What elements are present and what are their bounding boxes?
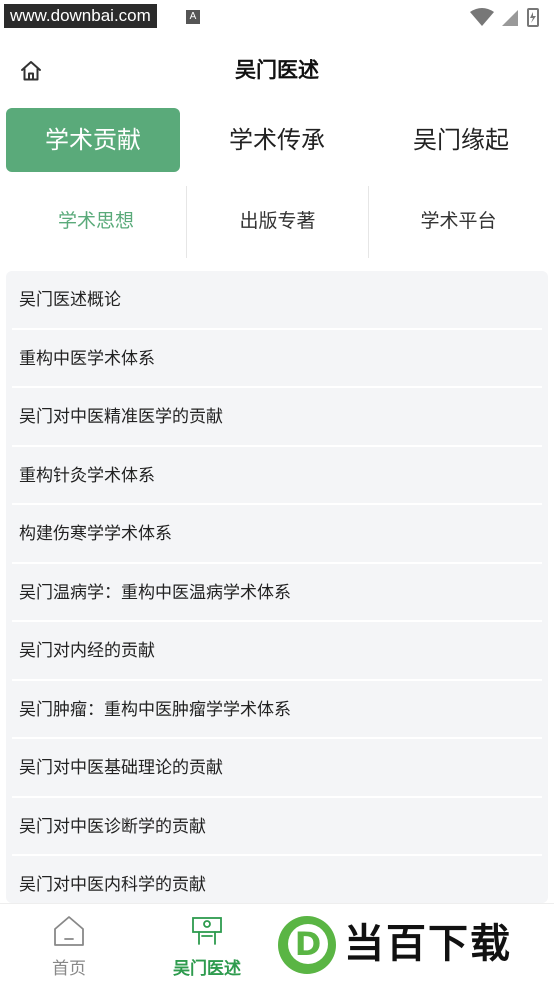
- list-item[interactable]: 吴门对中医诊断学的贡献: [12, 798, 542, 856]
- list-item[interactable]: 重构针灸学术体系: [12, 447, 542, 505]
- lecture-icon: [192, 917, 222, 945]
- page-title: 吴门医述: [235, 58, 319, 82]
- tab-academic-inheritance[interactable]: 学术传承: [190, 108, 364, 172]
- house-icon: [54, 916, 84, 946]
- brand-mark-letter: D: [288, 924, 328, 964]
- secondary-tab-bar: 学术思想 出版专著 学术平台: [6, 184, 548, 258]
- brand-logo: D 当百下载: [272, 908, 554, 978]
- tab-academic-contribution[interactable]: 学术贡献: [6, 108, 180, 172]
- list-item[interactable]: 吴门肿瘤：重构中医肿瘤学学术体系: [12, 681, 542, 739]
- app-header: 吴门医述: [0, 42, 554, 98]
- tab-wumen-origin[interactable]: 吴门缘起: [374, 108, 548, 172]
- list-item[interactable]: 构建伤寒学学术体系: [12, 505, 542, 564]
- notification-icon: A: [186, 10, 200, 24]
- subtab-academic-thought[interactable]: 学术思想: [6, 184, 186, 258]
- brand-text: 当百下载: [344, 921, 512, 967]
- watermark-text: www.downbai.com: [4, 4, 157, 28]
- nav-label: 首页: [52, 959, 86, 979]
- list-item[interactable]: 吴门对中医内科学的贡献: [12, 856, 542, 903]
- home-button[interactable]: [14, 54, 48, 88]
- brand-mark-icon: D: [278, 916, 336, 974]
- status-icons: [470, 8, 539, 27]
- nav-wumen-yishu[interactable]: 吴门医述: [138, 904, 276, 984]
- list-item[interactable]: 吴门对中医基础理论的贡献: [12, 739, 542, 798]
- primary-tab-bar: 学术贡献 学术传承 吴门缘起: [6, 108, 548, 172]
- list-item[interactable]: 吴门对中医精准医学的贡献: [12, 388, 542, 447]
- home-icon: [21, 61, 41, 81]
- subtab-academic-platform[interactable]: 学术平台: [369, 184, 548, 258]
- nav-home[interactable]: 首页: [0, 904, 138, 984]
- list-item[interactable]: 吴门对内经的贡献: [12, 622, 542, 681]
- subtab-publications[interactable]: 出版专著: [187, 184, 368, 258]
- nav-label: 吴门医述: [173, 959, 241, 979]
- status-bar: www.downbai.com A: [0, 0, 554, 34]
- signal-icon: [502, 10, 518, 26]
- wifi-icon: [470, 8, 494, 26]
- article-list: 吴门医述概论 重构中医学术体系 吴门对中医精准医学的贡献 重构针灸学术体系 构建…: [6, 271, 548, 903]
- list-item[interactable]: 吴门温病学：重构中医温病学术体系: [12, 564, 542, 622]
- list-item[interactable]: 重构中医学术体系: [12, 330, 542, 388]
- list-item[interactable]: 吴门医述概论: [12, 271, 542, 330]
